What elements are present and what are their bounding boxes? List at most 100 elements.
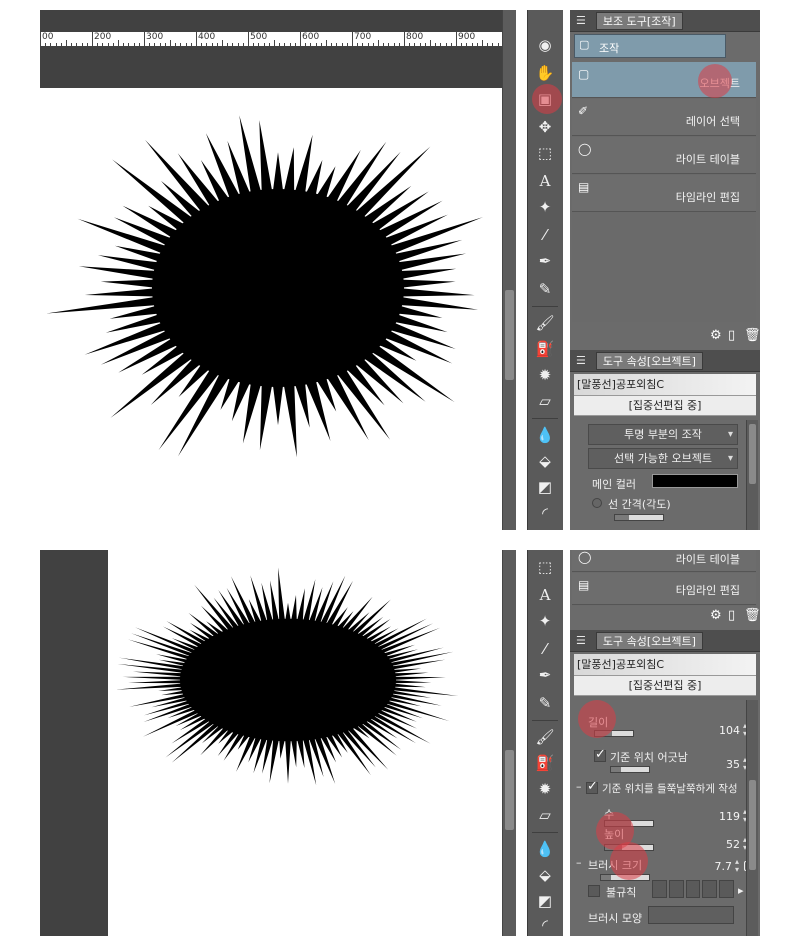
- gradient-tool-icon[interactable]: ◩: [528, 474, 562, 500]
- highlight-operation-tool: [532, 84, 562, 114]
- burst-balloon[interactable]: [40, 88, 502, 530]
- subtool-settings-icon[interactable]: ⚙: [710, 328, 722, 343]
- decoration-tool-icon[interactable]: ✹: [528, 362, 562, 388]
- operation-group-icon: ▢: [579, 38, 590, 51]
- line-interval-label: 선 간격(각도): [608, 498, 671, 511]
- subtool-panel-header: ☰ 보조 도구[조작]: [570, 10, 760, 32]
- tab-tool-property[interactable]: 도구 속성[오브젝트]: [595, 631, 703, 650]
- ruler-tick: [196, 32, 197, 46]
- pencil-tool-icon[interactable]: ✎: [528, 276, 562, 302]
- gradient-tool-icon[interactable]: ◩: [528, 888, 562, 914]
- move-layer-tool-icon[interactable]: ✥: [528, 114, 562, 140]
- highlight-length: [578, 700, 616, 738]
- airbrush-tool-icon[interactable]: ⛽: [528, 336, 562, 362]
- subtool-label: 라이트 테이블: [675, 153, 740, 166]
- subtool-item-light-table[interactable]: ◯ 라이트 테이블: [572, 550, 756, 572]
- subtool-list: ◯ 라이트 테이블 ▤ 타임라인 편집: [572, 550, 756, 606]
- tab-tool-property[interactable]: 도구 속성[오브젝트]: [595, 351, 703, 370]
- figure-tool-icon[interactable]: ◜: [528, 500, 562, 526]
- fill-tool-icon[interactable]: ⬙: [528, 448, 562, 474]
- irregular-graph[interactable]: [652, 880, 734, 898]
- delete-subtool-icon[interactable]: 🗑: [744, 328, 761, 343]
- auto-select-tool-icon[interactable]: ✦: [528, 194, 562, 220]
- pen-tool-icon[interactable]: ✒: [528, 662, 562, 688]
- brush-tool-icon[interactable]: 🖌: [528, 724, 562, 750]
- zoom-tool-icon[interactable]: ◉: [528, 32, 562, 58]
- panel-menu-icon[interactable]: ☰: [576, 634, 586, 647]
- blend-tool-icon[interactable]: 💧: [528, 422, 562, 448]
- selection-tool-icon[interactable]: ⬚: [528, 554, 562, 580]
- highlight-object-subtool: [698, 64, 732, 98]
- eyedropper-tool-icon[interactable]: ⁄: [528, 636, 562, 662]
- eraser-tool-icon[interactable]: ▱: [528, 388, 562, 414]
- property-scrollbar[interactable]: [746, 700, 758, 936]
- offset-value[interactable]: 35: [710, 758, 740, 771]
- collapse-toggle-icon[interactable]: –: [576, 856, 582, 869]
- hand-tool-icon[interactable]: ✋: [528, 60, 562, 86]
- subtool-label: 레이어 선택: [685, 115, 740, 128]
- subtool-item-timeline-edit[interactable]: ▤ 타임라인 편집: [572, 573, 756, 605]
- irregular-checkbox[interactable]: [588, 885, 600, 897]
- pencil-tool-icon[interactable]: ✎: [528, 690, 562, 716]
- selection-tool-icon[interactable]: ⬚: [528, 140, 562, 166]
- ruler-tick: [300, 32, 301, 46]
- auto-select-tool-icon[interactable]: ✦: [528, 608, 562, 634]
- blend-tool-icon[interactable]: 💧: [528, 836, 562, 862]
- panel-menu-icon[interactable]: ☰: [576, 354, 586, 367]
- subtool-footer: ⚙ ▯ 🗑: [570, 606, 761, 630]
- editing-status: [집중선편집 중]: [574, 676, 756, 696]
- canvas-scrollbar[interactable]: [502, 10, 516, 530]
- chevron-right-icon[interactable]: ▸: [738, 884, 744, 897]
- canvas[interactable]: [40, 88, 502, 530]
- height-value[interactable]: 52: [710, 838, 740, 851]
- tool-strip: ⬚ A ✦ ⁄ ✒ ✎ 🖌 ⛽ ✹ ▱ 💧 ⬙ ◩ ◜: [527, 550, 563, 936]
- subtool-item-layer-select[interactable]: ✐ 레이어 선택: [572, 99, 756, 136]
- subtool-item-light-table[interactable]: ◯ 라이트 테이블: [572, 137, 756, 174]
- property-scrollbar[interactable]: [746, 420, 758, 530]
- brush-size-value[interactable]: 7.7: [702, 860, 733, 873]
- line-interval-toggle[interactable]: [592, 498, 602, 508]
- transparent-operation-dropdown[interactable]: 투명 부분의 조작: [588, 424, 738, 445]
- line-interval-slider[interactable]: [614, 514, 664, 521]
- selectable-object-dropdown[interactable]: 선택 가능한 오브젝트: [588, 448, 738, 469]
- decoration-tool-icon[interactable]: ✹: [528, 776, 562, 802]
- uneven-checkbox[interactable]: [586, 779, 598, 794]
- canvas[interactable]: [108, 550, 502, 936]
- subtool-label: 라이트 테이블: [675, 553, 740, 566]
- top-screenshot: 00200300400500600700800900 ◉ ✋ ▣ ✥ ⬚ A ✦…: [40, 10, 761, 530]
- canvas-scrollbar[interactable]: [502, 550, 516, 936]
- brush-shape-dropdown[interactable]: [648, 906, 734, 924]
- length-value[interactable]: 104: [710, 724, 740, 737]
- main-color-swatch[interactable]: [652, 474, 738, 488]
- eyedropper-tool-icon[interactable]: ⁄: [528, 222, 562, 248]
- burst-balloon[interactable]: [108, 550, 502, 936]
- offset-checkbox[interactable]: [594, 747, 606, 762]
- pen-tool-icon[interactable]: ✒: [528, 248, 562, 274]
- delete-subtool-icon[interactable]: 🗑: [744, 608, 761, 623]
- light-table-icon: ◯: [578, 550, 592, 564]
- subtool-settings-icon[interactable]: ⚙: [710, 608, 722, 623]
- brush-size-spinner[interactable]: ▴ ▾: [732, 858, 742, 874]
- fill-tool-icon[interactable]: ⬙: [528, 862, 562, 888]
- tab-subtool[interactable]: 보조 도구[조작]: [595, 11, 683, 30]
- burst-body[interactable]: [152, 189, 404, 387]
- brush-tool-icon[interactable]: 🖌: [528, 310, 562, 336]
- panel-menu-icon[interactable]: ☰: [576, 14, 586, 27]
- new-subtool-icon[interactable]: ▯: [728, 608, 735, 623]
- canvas-scroll-thumb[interactable]: [505, 290, 514, 380]
- offset-slider[interactable]: [610, 766, 650, 773]
- new-subtool-icon[interactable]: ▯: [728, 328, 735, 343]
- text-tool-icon[interactable]: A: [528, 168, 562, 194]
- airbrush-tool-icon[interactable]: ⛽: [528, 750, 562, 776]
- timeline-edit-icon: ▤: [578, 180, 590, 194]
- subtool-item-timeline-edit[interactable]: ▤ 타임라인 편집: [572, 175, 756, 212]
- burst-body[interactable]: [180, 618, 396, 742]
- highlight-brush-size: [610, 842, 648, 880]
- figure-tool-icon[interactable]: ◜: [528, 912, 562, 938]
- subtool-group-operation[interactable]: ▢ 조작: [574, 34, 726, 58]
- count-value[interactable]: 119: [710, 810, 740, 823]
- text-tool-icon[interactable]: A: [528, 582, 562, 608]
- collapse-toggle-icon[interactable]: –: [576, 780, 582, 793]
- ruler-label: 800: [406, 32, 424, 42]
- eraser-tool-icon[interactable]: ▱: [528, 802, 562, 828]
